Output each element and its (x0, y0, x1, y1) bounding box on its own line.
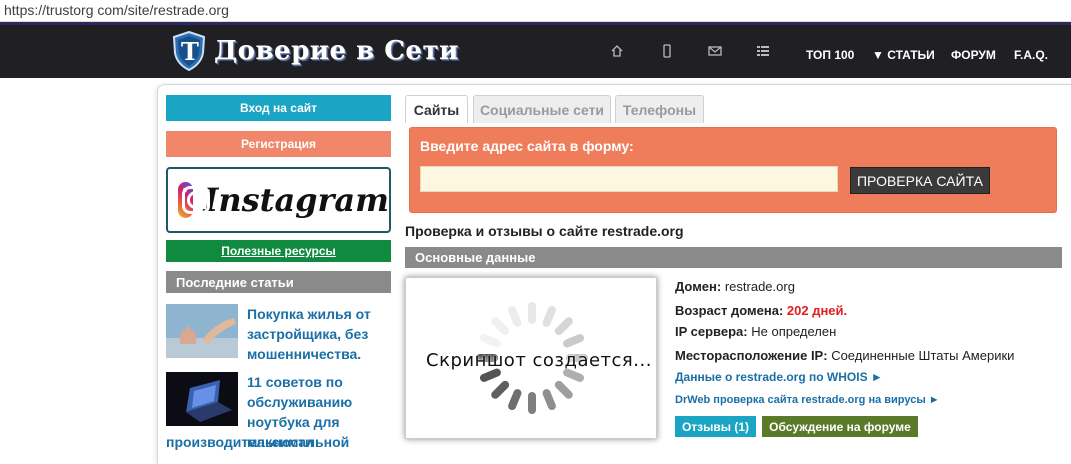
article-thumbnail[interactable] (166, 372, 238, 426)
check-site-button[interactable]: ПРОВЕРКА САЙТА (850, 167, 990, 194)
domain-value: restrade.org (724, 279, 795, 294)
site-check-form: Введите адрес сайта в форму: ПРОВЕРКА СА… (409, 127, 1057, 213)
nav-faq[interactable]: F.A.Q. (1014, 48, 1048, 62)
nav-top100[interactable]: ТОП 100 (806, 48, 854, 62)
article-title[interactable]: Покупка жилья от застройщика, без мошенн… (247, 304, 397, 364)
site-logo[interactable]: T Доверие в Сети (172, 30, 459, 72)
useful-resources-button[interactable]: Полезные ресурсы (166, 240, 391, 262)
basic-data-heading: Основные данные (405, 247, 1062, 268)
site-address-input[interactable] (420, 166, 838, 192)
top-navigation: T Доверие в Сети ТОП 100 ▼ СТАТЬИ ФОРУМ … (0, 22, 1071, 78)
address-bar[interactable]: https://trustorg com/site/restrade.org (0, 0, 1071, 22)
home-icon[interactable] (610, 44, 624, 58)
whois-link[interactable]: Данные о restrade.org по WHOIS ► (675, 370, 883, 384)
check-form-label: Введите адрес сайта в форму: (420, 138, 634, 154)
article-thumbnail[interactable] (166, 304, 238, 358)
url-text: https://trustorg com/site/restrade.org (4, 2, 229, 18)
domain-info: Домен: restrade.org (675, 279, 795, 294)
screenshot-loading-text: Скриншот создается... (426, 350, 652, 371)
server-ip-info: IP сервера: Не определен (675, 324, 837, 339)
drweb-link[interactable]: DrWeb проверка сайта restrade.org на вир… (675, 394, 940, 406)
logo-text: Доверие в Сети (214, 36, 459, 66)
domain-age-info: Возраст домена: 202 дней. (675, 303, 848, 318)
list-icon[interactable] (756, 44, 770, 58)
forum-discussion-button[interactable]: Обсуждение на форуме (762, 416, 918, 437)
tab-phones[interactable]: Телефоны (615, 95, 704, 123)
nav-forum[interactable]: ФОРУМ (951, 48, 996, 62)
mobile-icon[interactable] (660, 44, 674, 58)
tab-social-networks[interactable]: Социальные сети (473, 95, 611, 123)
instagram-banner[interactable]: Instagram (166, 167, 391, 233)
mail-icon[interactable] (708, 44, 722, 58)
tab-sites[interactable]: Сайты (405, 95, 468, 123)
shield-logo-icon: T (172, 30, 206, 72)
article-item[interactable]: Покупка жилья от застройщика, без мошенн… (166, 304, 396, 364)
ip-location-info: Месторасположение IP: Соединенные Штаты … (675, 348, 1015, 363)
login-button[interactable]: Вход на сайт (166, 95, 391, 121)
latest-articles-heading: Последние статьи (166, 271, 391, 293)
instagram-wordmark: Instagram (203, 181, 389, 219)
article-item[interactable]: 11 советов по обслуживанию ноутбука для … (166, 372, 396, 462)
domain-age-value: 202 дней. (786, 303, 848, 318)
nav-articles[interactable]: ▼ СТАТЬИ (872, 48, 935, 62)
server-ip-value: Не определен (751, 324, 837, 339)
nav-stripe (0, 22, 1071, 25)
article-title-continued[interactable]: производительности (166, 432, 396, 452)
logo-letter: T (181, 37, 199, 66)
reviews-button[interactable]: Отзывы (1) (675, 416, 756, 437)
ip-location-value: Соединенные Штаты Америки (831, 348, 1015, 363)
register-button[interactable]: Регистрация (166, 131, 391, 157)
instagram-icon (178, 182, 210, 218)
site-screenshot-placeholder: Скриншот создается... (405, 277, 657, 439)
page-title: Проверка и отзывы о сайте restrade.org (405, 223, 684, 239)
